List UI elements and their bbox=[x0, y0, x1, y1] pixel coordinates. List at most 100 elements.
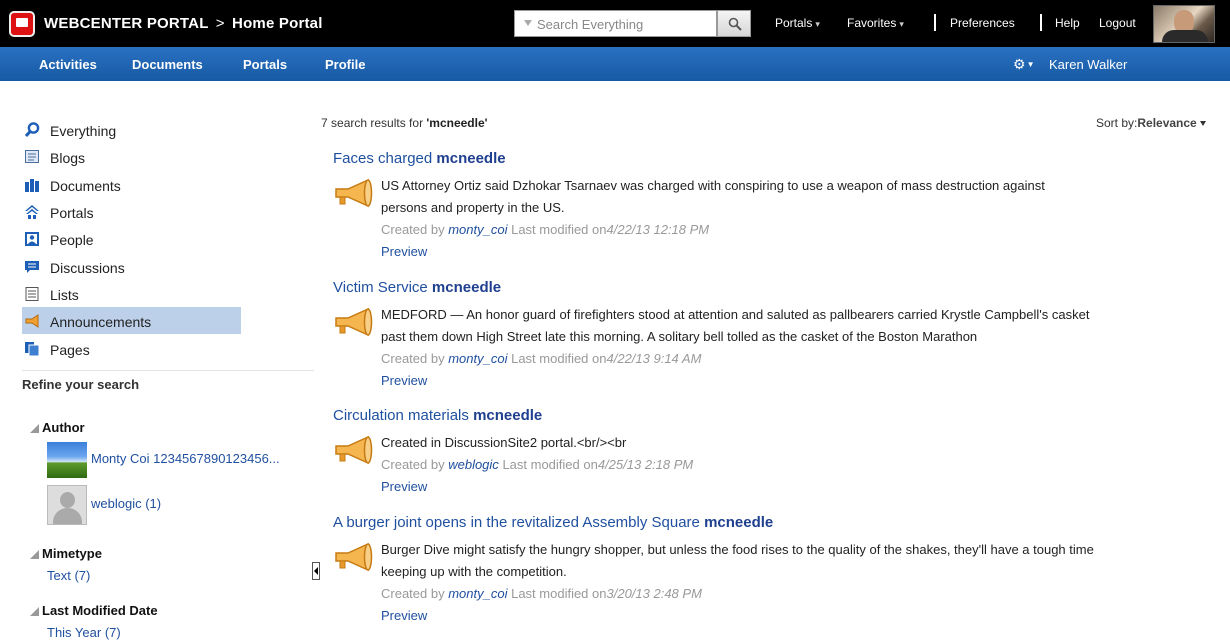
sidebar-item-portals[interactable]: Portals bbox=[22, 198, 241, 225]
tab-profile[interactable]: Profile bbox=[325, 57, 365, 72]
author-avatar bbox=[47, 442, 87, 478]
result-meta: Created by monty_coi Last modified on4/2… bbox=[381, 351, 702, 366]
author-link[interactable]: monty_coi bbox=[448, 222, 507, 237]
triangle-expanded-icon bbox=[30, 424, 39, 433]
result-snippet: Created in DiscussionSite2 portal.<br/><… bbox=[381, 435, 627, 450]
avatar-head bbox=[60, 492, 75, 508]
triangle-expanded-icon bbox=[30, 550, 39, 559]
search-result: A burger joint opens in the revitalized … bbox=[333, 514, 1223, 626]
sidebar-item-documents[interactable]: Documents bbox=[22, 171, 241, 198]
discussions-icon bbox=[25, 261, 39, 273]
help-link[interactable]: Help bbox=[1055, 16, 1080, 30]
result-title-link[interactable]: Victim Service mcneedle bbox=[333, 279, 501, 296]
preview-link[interactable]: Preview bbox=[381, 476, 1223, 498]
search-icon bbox=[24, 122, 40, 138]
facet-mimetype-text[interactable]: Text (7) bbox=[47, 568, 90, 583]
result-body: Created in DiscussionSite2 portal.<br/><… bbox=[381, 432, 1223, 498]
search-box[interactable] bbox=[514, 10, 717, 37]
facet-mimetype-toggle[interactable]: Mimetype bbox=[30, 546, 102, 561]
search-button[interactable] bbox=[717, 10, 751, 37]
top-bar: WEBCENTER PORTAL > Home Portal Portals▾ … bbox=[0, 0, 1230, 47]
result-snippet: past them down High Street late this mor… bbox=[381, 329, 978, 344]
announcement-icon bbox=[25, 314, 39, 328]
documents-icon bbox=[25, 179, 39, 192]
facet-author-toggle[interactable]: Author bbox=[30, 420, 85, 435]
triangle-expanded-icon bbox=[30, 607, 39, 616]
result-meta: Created by monty_coi Last modified on4/2… bbox=[381, 222, 710, 237]
megaphone-icon bbox=[335, 307, 373, 337]
app-title[interactable]: WEBCENTER PORTAL > Home Portal bbox=[44, 15, 323, 32]
user-avatar[interactable] bbox=[1153, 5, 1215, 43]
logout-link[interactable]: Logout bbox=[1099, 16, 1136, 30]
preview-link[interactable]: Preview bbox=[381, 241, 1223, 263]
sidebar-item-discussions[interactable]: Discussions bbox=[22, 253, 241, 280]
collapse-sidebar-handle[interactable] bbox=[312, 562, 320, 580]
result-body: Burger Dive might satisfy the hungry sho… bbox=[381, 539, 1223, 627]
preview-link[interactable]: Preview bbox=[381, 605, 1223, 627]
result-title-link[interactable]: A burger joint opens in the revitalized … bbox=[333, 514, 773, 531]
preferences-link[interactable]: Preferences bbox=[950, 16, 1015, 30]
app-name: WEBCENTER PORTAL bbox=[44, 15, 209, 32]
facet-author-monty[interactable]: Monty Coi 1234567890123456... bbox=[91, 451, 280, 466]
sidebar-item-label: Lists bbox=[50, 287, 79, 303]
user-name[interactable]: Karen Walker bbox=[1049, 57, 1127, 72]
search-result: Victim Service mcneedle MEDFORD — An hon… bbox=[333, 279, 1223, 391]
megaphone-icon bbox=[335, 542, 373, 572]
result-meta: Created by weblogic Last modified on4/25… bbox=[381, 457, 694, 472]
blog-icon bbox=[25, 150, 39, 163]
chevron-down-icon: ▾ bbox=[815, 19, 820, 29]
avatar-body bbox=[53, 508, 82, 524]
sidebar-item-label: Portals bbox=[50, 205, 94, 221]
sidebar-item-label: Pages bbox=[50, 342, 90, 358]
tab-portals[interactable]: Portals bbox=[243, 57, 287, 72]
megaphone-icon bbox=[335, 178, 373, 208]
sidebar-item-pages[interactable]: Pages bbox=[22, 335, 241, 362]
title-separator: > bbox=[215, 15, 225, 32]
preview-link[interactable]: Preview bbox=[381, 370, 1223, 392]
facet-modified-toggle[interactable]: Last Modified Date bbox=[30, 603, 158, 618]
portals-menu[interactable]: Portals ▾ bbox=[775, 16, 820, 30]
nav-bar: Activities Documents Portals Profile ⚙▼ … bbox=[0, 47, 1230, 81]
pages-icon bbox=[25, 342, 40, 357]
sidebar-item-announcements[interactable]: Announcements bbox=[22, 307, 241, 334]
result-body: US Attorney Ortiz said Dzhokar Tsarnaev … bbox=[381, 175, 1223, 263]
sidebar-item-label: People bbox=[50, 232, 94, 248]
search-input[interactable] bbox=[537, 14, 712, 34]
search-scope-dropdown-icon[interactable] bbox=[524, 20, 532, 26]
result-title-link[interactable]: Circulation materials mcneedle bbox=[333, 407, 542, 424]
magnifier-icon bbox=[728, 17, 742, 31]
facet-author-weblogic[interactable]: weblogic (1) bbox=[91, 496, 161, 511]
portals-icon bbox=[25, 205, 39, 219]
result-snippet: persons and property in the US. bbox=[381, 200, 565, 215]
sidebar-item-blogs[interactable]: Blogs bbox=[22, 143, 241, 170]
results-count: 7 search results for 'mcneedle' bbox=[321, 116, 488, 130]
author-link[interactable]: monty_coi bbox=[448, 351, 507, 366]
avatar-body bbox=[1162, 30, 1208, 42]
author-link[interactable]: weblogic bbox=[448, 457, 499, 472]
chevron-down-icon: ▼ bbox=[1026, 60, 1035, 69]
sidebar-divider bbox=[22, 370, 314, 371]
divider bbox=[1040, 14, 1042, 31]
sidebar-item-lists[interactable]: Lists bbox=[22, 280, 241, 307]
author-link[interactable]: monty_coi bbox=[448, 586, 507, 601]
megaphone-icon bbox=[335, 435, 373, 465]
favorites-menu[interactable]: Favorites ▾ bbox=[847, 16, 904, 30]
facet-modified-this-year[interactable]: This Year (7) bbox=[47, 625, 121, 640]
sidebar-item-people[interactable]: People bbox=[22, 225, 241, 252]
sort-dropdown[interactable]: Sort by:Relevance bbox=[1096, 116, 1206, 130]
caret-down-icon bbox=[1199, 121, 1206, 126]
chevron-down-icon: ▾ bbox=[899, 19, 904, 29]
refine-title: Refine your search bbox=[22, 377, 140, 392]
gear-icon[interactable]: ⚙▼ bbox=[1013, 56, 1034, 73]
oracle-logo-icon[interactable] bbox=[9, 11, 35, 37]
divider bbox=[934, 14, 936, 31]
tab-documents[interactable]: Documents bbox=[132, 57, 203, 72]
sidebar-item-label: Everything bbox=[50, 123, 117, 139]
tab-activities[interactable]: Activities bbox=[39, 57, 97, 72]
search-result: Circulation materials mcneedle Created i… bbox=[333, 407, 1223, 499]
result-snippet: keeping up with the competition. bbox=[381, 564, 567, 579]
sidebar-item-everything[interactable]: Everything bbox=[22, 116, 241, 143]
result-title-link[interactable]: Faces charged mcneedle bbox=[333, 150, 506, 167]
result-snippet: Burger Dive might satisfy the hungry sho… bbox=[381, 542, 1094, 557]
sidebar-item-label: Blogs bbox=[50, 150, 86, 166]
